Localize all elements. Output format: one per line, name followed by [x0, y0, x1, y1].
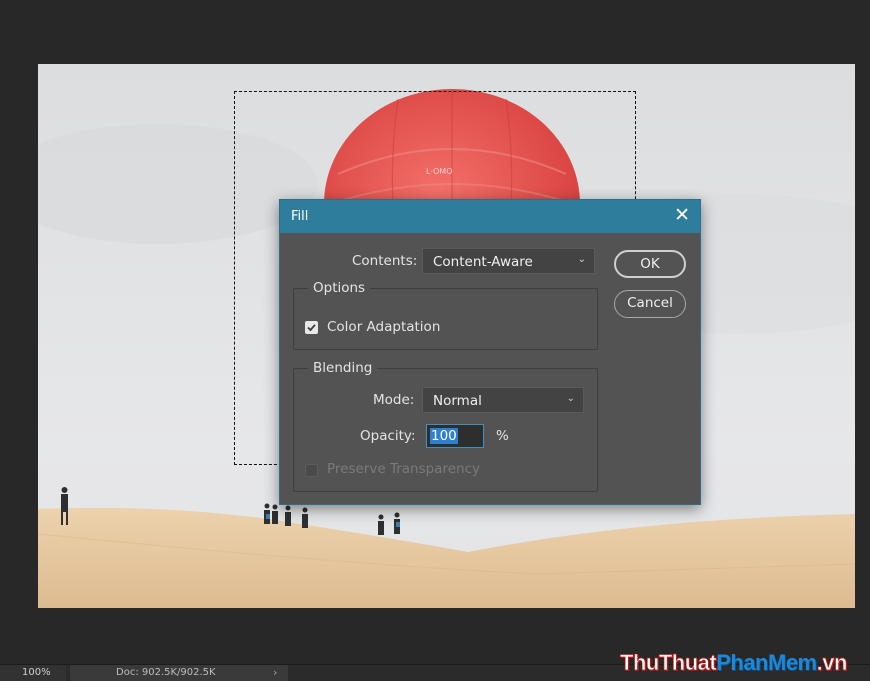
preserve-transparency-checkbox[interactable] [305, 464, 318, 477]
fill-dialog: Fill ✕ Contents: Content-Aware ⌄ OK Canc… [279, 199, 701, 505]
preserve-transparency-label: Preserve Transparency [327, 461, 480, 477]
mode-select[interactable]: Normal ⌄ [422, 387, 584, 413]
sand-dune [38, 507, 855, 608]
blending-legend: Blending [313, 360, 373, 376]
opacity-input[interactable]: 100 [426, 424, 484, 448]
cancel-button[interactable]: Cancel [614, 290, 686, 318]
close-icon[interactable]: ✕ [674, 206, 690, 225]
watermark-part2: PhanMem [716, 650, 817, 675]
ok-button[interactable]: OK [614, 250, 686, 278]
contents-select-value: Content-Aware [433, 254, 533, 270]
opacity-value: 100 [430, 428, 458, 444]
zoom-level: 100% [22, 667, 51, 678]
doc-info-field[interactable]: Doc: 902.5K/902.5K › [70, 665, 288, 681]
opacity-label: Opacity: [360, 428, 416, 444]
opacity-unit: % [496, 428, 509, 444]
watermark-part1: ThuThuat [620, 650, 717, 676]
watermark-logo: ThuThuatPhanMem.vn [620, 650, 848, 676]
chevron-right-icon[interactable]: › [273, 666, 277, 679]
watermark-part3: .vn [816, 650, 848, 676]
mode-select-value: Normal [433, 393, 482, 409]
chevron-down-icon: ⌄ [566, 393, 575, 404]
zoom-field[interactable]: 100% [0, 665, 66, 681]
dialog-title: Fill [291, 209, 309, 224]
contents-select[interactable]: Content-Aware ⌄ [422, 248, 595, 274]
color-adaptation-checkbox[interactable] [305, 321, 318, 334]
options-legend: Options [313, 280, 366, 296]
mode-label: Mode: [373, 392, 415, 408]
color-adaptation-label[interactable]: Color Adaptation [327, 319, 440, 335]
doc-info: Doc: 902.5K/902.5K [116, 667, 216, 678]
options-group: Options [293, 280, 598, 350]
checkmark-icon [307, 324, 316, 332]
dialog-titlebar[interactable]: Fill ✕ [280, 200, 700, 233]
chevron-down-icon: ⌄ [577, 254, 586, 265]
contents-label: Contents: [352, 253, 418, 269]
